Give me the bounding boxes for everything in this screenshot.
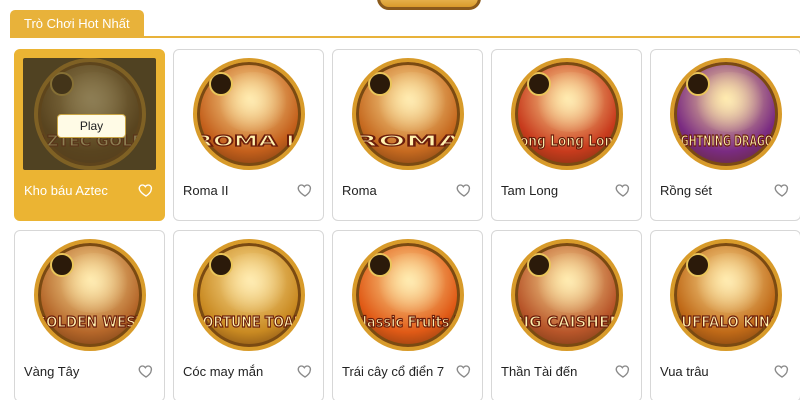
- feature-badge-icon: [367, 253, 392, 277]
- favorite-heart-icon[interactable]: [297, 182, 313, 198]
- game-card[interactable]: BIG CAISHEN Thần Tài đến: [491, 230, 642, 400]
- game-logo: BIG CAISHEN: [512, 312, 622, 331]
- game-thumbnail[interactable]: ROMA II: [182, 58, 315, 170]
- game-name[interactable]: Trái cây cổ điển 7: [342, 363, 452, 381]
- game-name[interactable]: Cóc may mắn: [183, 363, 293, 381]
- game-card[interactable]: FORTUNE TOAD Cóc may mắn: [173, 230, 324, 400]
- game-logo: BUFFALO KING: [671, 312, 781, 331]
- game-logo: Long Long Long: [512, 131, 622, 150]
- game-card[interactable]: Long Long Long Tam Long: [491, 49, 642, 221]
- game-card[interactable]: Classic Fruits 7 Trái cây cổ điển 7: [332, 230, 483, 400]
- game-logo: ROMA II: [194, 131, 304, 150]
- game-card[interactable]: LIGHTNING DRAGON Rồng sét: [650, 49, 800, 221]
- game-thumbnail[interactable]: Long Long Long: [500, 58, 633, 170]
- game-card[interactable]: AZTEC GOLD Play Kho báu Aztec: [14, 49, 165, 221]
- game-thumbnail[interactable]: AZTEC GOLD Play: [23, 58, 156, 170]
- game-name[interactable]: Vua trâu: [660, 363, 770, 381]
- favorite-heart-icon[interactable]: [138, 182, 154, 198]
- game-name[interactable]: Tam Long: [501, 182, 611, 200]
- game-logo: LIGHTNING DRAGON: [671, 131, 781, 150]
- game-thumbnail[interactable]: LIGHTNING DRAGON: [659, 58, 792, 170]
- game-logo-text: BUFFALO KING: [671, 313, 781, 331]
- section-title: Trò Chơi Hot Nhất: [10, 10, 144, 37]
- favorite-heart-icon[interactable]: [456, 363, 472, 379]
- game-logo: GOLDEN WEST: [35, 312, 146, 331]
- buffalo-king-art: BUFFALO KING: [669, 239, 782, 351]
- game-thumbnail[interactable]: GOLDEN WEST: [23, 239, 156, 351]
- game-logo-text: LIGHTNING DRAGON: [671, 132, 781, 150]
- game-thumbnail[interactable]: BIG CAISHEN: [500, 239, 633, 351]
- feature-badge-icon: [49, 253, 74, 277]
- game-thumbnail[interactable]: Classic Fruits 7: [341, 239, 474, 351]
- roma-ii-art: ROMA II: [192, 58, 305, 170]
- lightning-dragon-art: LIGHTNING DRAGON: [669, 58, 782, 170]
- favorite-heart-icon[interactable]: [456, 182, 472, 198]
- feature-badge-icon: [526, 253, 551, 277]
- feature-badge-icon: [526, 72, 551, 96]
- feature-badge-icon: [208, 253, 233, 277]
- header-ornament: [377, 0, 481, 10]
- game-logo-text: ROMA II: [194, 132, 304, 150]
- favorite-heart-icon[interactable]: [138, 363, 154, 379]
- favorite-heart-icon[interactable]: [615, 182, 631, 198]
- favorite-heart-icon[interactable]: [297, 363, 313, 379]
- favorite-heart-icon[interactable]: [774, 182, 790, 198]
- roma-art: ROMA: [351, 58, 464, 170]
- feature-badge-icon: [49, 72, 74, 96]
- play-button[interactable]: Play: [57, 114, 126, 138]
- game-logo-text: BIG CAISHEN: [512, 313, 622, 331]
- game-card[interactable]: GOLDEN WEST Vàng Tây: [14, 230, 165, 400]
- game-logo-text: Long Long Long: [512, 132, 622, 150]
- feature-badge-icon: [685, 72, 710, 96]
- game-name[interactable]: Thần Tài đến: [501, 363, 611, 381]
- game-thumbnail[interactable]: ROMA: [341, 58, 474, 170]
- classic-fruits-art: Classic Fruits 7: [351, 239, 464, 351]
- game-logo-text: Classic Fruits 7: [353, 313, 463, 331]
- game-grid: AZTEC GOLD Play Kho báu Aztec ROMA II Roma I…: [14, 49, 800, 400]
- game-logo-text: GOLDEN WEST: [35, 313, 146, 331]
- game-card[interactable]: ROMA II Roma II: [173, 49, 324, 221]
- big-caishen-art: BIG CAISHEN: [510, 239, 623, 351]
- game-name[interactable]: Roma: [342, 182, 452, 200]
- game-logo-text: ROMA: [353, 132, 464, 150]
- fortune-toad-art: FORTUNE TOAD: [192, 239, 305, 351]
- favorite-heart-icon[interactable]: [774, 363, 790, 379]
- game-name[interactable]: Roma II: [183, 182, 293, 200]
- golden-west-art: GOLDEN WEST: [33, 239, 146, 351]
- game-name[interactable]: Vàng Tây: [24, 363, 134, 381]
- game-logo-text: FORTUNE TOAD: [194, 313, 304, 331]
- tam-long-art: Long Long Long: [510, 58, 623, 170]
- game-logo: ROMA: [353, 131, 464, 150]
- favorite-heart-icon[interactable]: [615, 363, 631, 379]
- game-logo: FORTUNE TOAD: [194, 312, 304, 331]
- feature-badge-icon: [208, 72, 233, 96]
- game-name[interactable]: Rồng sét: [660, 182, 770, 200]
- game-card[interactable]: BUFFALO KING Vua trâu: [650, 230, 800, 400]
- game-card[interactable]: ROMA Roma: [332, 49, 483, 221]
- game-name[interactable]: Kho báu Aztec: [24, 182, 134, 200]
- game-thumbnail[interactable]: FORTUNE TOAD: [182, 239, 315, 351]
- game-logo: Classic Fruits 7: [353, 312, 463, 331]
- game-thumbnail[interactable]: BUFFALO KING: [659, 239, 792, 351]
- feature-badge-icon: [367, 72, 392, 96]
- feature-badge-icon: [685, 253, 710, 277]
- section-divider: [10, 36, 800, 38]
